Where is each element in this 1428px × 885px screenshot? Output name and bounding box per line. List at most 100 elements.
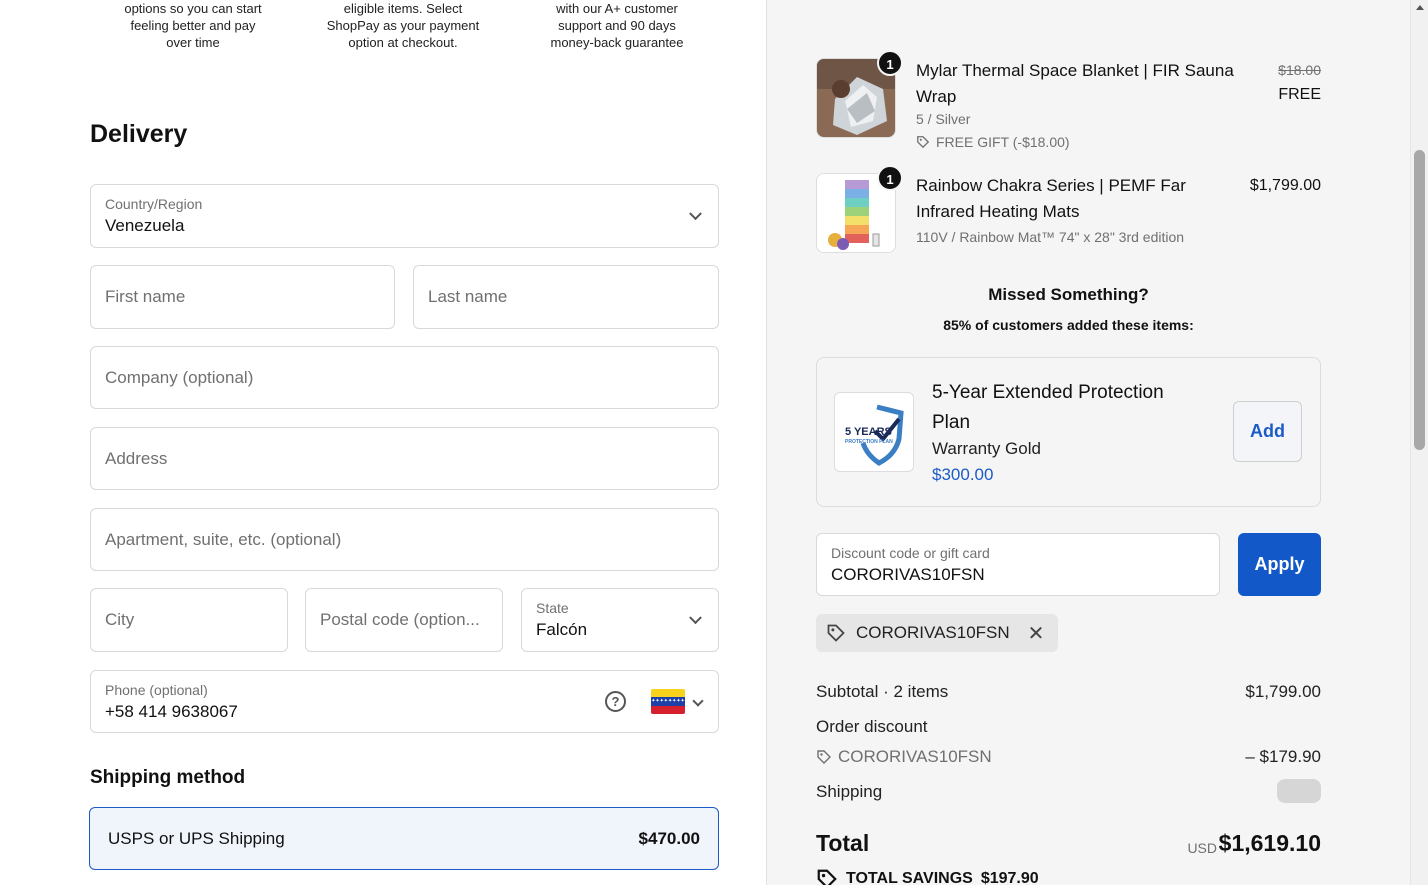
item-variant: 110V / Rainbow Mat™ 74" x 28" 3rd editio…	[916, 229, 1185, 245]
upsell-subtitle: Warranty Gold	[932, 439, 1041, 458]
chevron-down-icon	[689, 611, 702, 625]
perk-line: support and 90 days	[558, 18, 676, 33]
free-gift-tag: FREE GIFT (-$18.00)	[916, 134, 1070, 150]
address-input[interactable]: Address	[90, 427, 719, 490]
perk-line: eligible items. Select	[343, 1, 463, 16]
perk-line: with our A+ customer	[556, 1, 678, 16]
remove-discount-icon[interactable]: ✕	[1028, 621, 1045, 646]
country-value: Venezuela	[105, 216, 185, 235]
state-value: Falcón	[536, 620, 588, 639]
item-price: $1,799.00	[1249, 177, 1321, 194]
delivery-heading: Delivery	[90, 120, 188, 148]
postal-code-placeholder: Postal code (option...	[320, 610, 480, 629]
subtotal-label: Subtotal · 2 items	[816, 682, 949, 701]
scroll-up-arrow-icon[interactable]	[1416, 5, 1424, 10]
perk-shoppay: eligible items. Select ShopPay as your p…	[303, 0, 503, 51]
discount-label: Discount code or gift card	[831, 545, 990, 561]
scrollbar-thumb[interactable]	[1414, 150, 1425, 450]
order-discount-row: Order discount	[816, 717, 1321, 737]
missed-something-subheading: 85% of customers added these items:	[943, 317, 1194, 333]
state-label: State	[536, 600, 569, 616]
svg-text:PROTECTION PLAN: PROTECTION PLAN	[845, 439, 893, 445]
item-title: Mylar Thermal Space Blanket | FIR Sauna …	[916, 61, 1234, 106]
order-summary-column: 1 Mylar Thermal Space Blanket | FIR Saun…	[766, 0, 1410, 885]
item-original-price: $18.00	[1278, 62, 1321, 78]
chevron-down-icon	[689, 207, 702, 221]
line-item: 1 Mylar Thermal Space Blanket | FIR Saun…	[816, 50, 1321, 158]
upsell-price: $300.00	[932, 465, 994, 484]
chevron-down-icon[interactable]	[692, 695, 704, 707]
city-input[interactable]: City	[90, 588, 288, 652]
perk-support: with our A+ customer support and 90 days…	[517, 0, 717, 51]
line-item: 1 Rainbow Chakra Series | PEMF Far Infra…	[816, 165, 1321, 258]
perk-line: money-back guarantee	[550, 35, 684, 50]
phone-label: Phone (optional)	[105, 682, 208, 698]
discount-code-text: CORORIVAS10FSN	[838, 747, 992, 766]
shipping-method-heading: Shipping method	[90, 767, 246, 788]
city-placeholder: City	[105, 610, 135, 629]
discount-amount: – $179.90	[1245, 747, 1321, 766]
item-variant: 5 / Silver	[916, 111, 971, 127]
perk-line: option at checkout.	[348, 35, 458, 50]
protection-plan-logo: 5 YEARS PROTECTION PLAN	[834, 392, 914, 472]
shipping-option[interactable]: USPS or UPS Shipping $470.00	[89, 807, 719, 870]
shipping-row: Shipping	[816, 779, 1321, 803]
item-title: Rainbow Chakra Series | PEMF Far Infrare…	[916, 176, 1186, 221]
country-select[interactable]: Country/Region Venezuela	[90, 184, 719, 248]
free-gift-label: FREE GIFT (-$18.00)	[936, 134, 1070, 150]
total-label: Total	[816, 830, 870, 856]
apply-discount-button[interactable]: Apply	[1238, 533, 1321, 596]
apartment-placeholder: Apartment, suite, etc. (optional)	[105, 529, 342, 549]
last-name-placeholder: Last name	[428, 287, 508, 306]
company-placeholder: Company (optional)	[105, 367, 254, 387]
tag-icon	[917, 136, 930, 149]
subtotal-value: $1,799.00	[1245, 682, 1321, 701]
applied-discount-chip: CORORIVAS10FSN ✕	[816, 614, 1059, 652]
state-select[interactable]: State Falcón	[521, 588, 719, 652]
postal-code-input[interactable]: Postal code (option...	[305, 588, 503, 652]
shipping-option-name: USPS or UPS Shipping	[108, 828, 285, 848]
checkout-form-column: options so you can start feeling better …	[0, 0, 766, 885]
currency-code: USD	[1187, 840, 1217, 856]
subtotal-row: Subtotal · 2 items $1,799.00	[816, 682, 1321, 702]
phone-value: +58 414 9638067	[105, 702, 238, 721]
perk-line: ShopPay as your payment	[326, 18, 480, 33]
company-input[interactable]: Company (optional)	[90, 346, 719, 409]
phone-input[interactable]: Phone (optional) +58 414 9638067 ? ✦✦✦✦✦…	[90, 670, 719, 733]
upsell-card: 5 YEARS PROTECTION PLAN 5-Year Extended …	[816, 357, 1321, 507]
perk-line: over time	[166, 35, 220, 50]
applied-discount-code: CORORIVAS10FSN	[856, 623, 1010, 642]
add-upsell-button[interactable]: Add	[1233, 401, 1302, 462]
shipping-loading-placeholder	[1277, 779, 1321, 803]
discount-code-row: CORORIVAS10FSN – $179.90	[816, 747, 1321, 767]
savings-value: $197.90	[980, 870, 1039, 885]
total-row: Total USD $1,619.10	[816, 830, 1321, 857]
order-discount-label: Order discount	[816, 717, 928, 736]
perk-line: feeling better and pay	[130, 18, 256, 33]
tag-icon	[817, 750, 831, 764]
first-name-input[interactable]: First name	[90, 265, 395, 329]
quantity-badge: 1	[877, 165, 903, 191]
venezuela-flag-icon[interactable]: ✦✦✦✦✦✦✦✦	[651, 689, 685, 714]
item-price: FREE	[1278, 86, 1321, 103]
upsell-title: 5-Year Extended Protection Plan	[932, 382, 1164, 433]
help-icon[interactable]: ?	[605, 691, 626, 712]
tag-icon	[817, 869, 837, 885]
country-label: Country/Region	[105, 196, 203, 212]
address-placeholder: Address	[105, 448, 168, 468]
last-name-input[interactable]: Last name	[413, 265, 719, 329]
shipping-label: Shipping	[816, 782, 883, 801]
scrollbar[interactable]	[1410, 0, 1428, 885]
perk-financing: options so you can start feeling better …	[93, 0, 293, 51]
total-amount: $1,619.10	[1218, 830, 1321, 856]
missed-something-heading: Missed Something?	[988, 285, 1149, 304]
discount-code-input[interactable]: Discount code or gift card CORORIVAS10FS…	[816, 533, 1220, 596]
apartment-input[interactable]: Apartment, suite, etc. (optional)	[90, 508, 719, 571]
tag-icon	[827, 624, 845, 642]
perk-line: options so you can start	[124, 1, 262, 16]
quantity-badge: 1	[877, 50, 903, 76]
total-savings: TOTAL SAVINGS $197.90	[816, 868, 1039, 885]
discount-value: CORORIVAS10FSN	[831, 565, 985, 584]
shipping-option-price: $470.00	[638, 828, 700, 848]
savings-label: TOTAL SAVINGS	[846, 870, 973, 885]
